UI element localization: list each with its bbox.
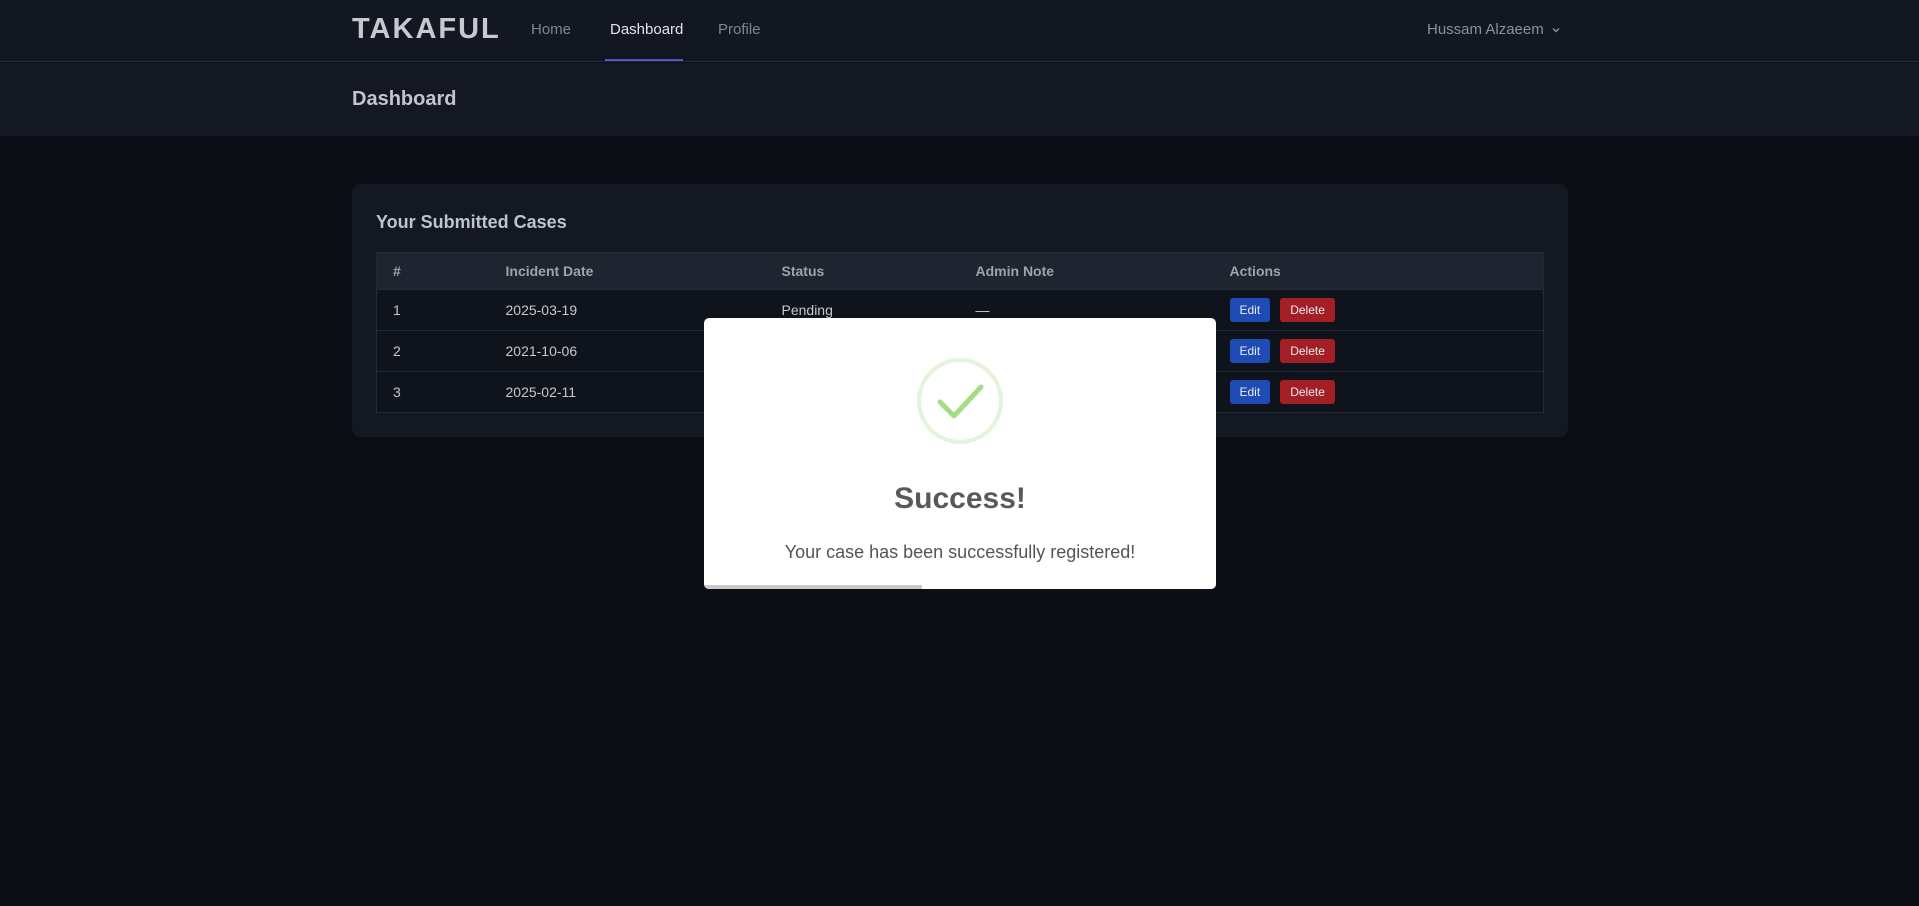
dialog-timer-progress-bar <box>704 585 922 589</box>
case-number: 3 <box>393 384 401 400</box>
nav-link-home[interactable]: Home <box>531 21 571 38</box>
success-dialog: Success! Your case has been successfully… <box>704 318 1216 589</box>
case-actions: Edit Delete <box>1214 290 1544 331</box>
column-header-incident-date: Incident Date <box>505 263 594 279</box>
nav-link-profile[interactable]: Profile <box>718 21 761 38</box>
user-menu-dropdown[interactable]: Hussam Alzaeem <box>1427 21 1562 38</box>
edit-case-button[interactable]: Edit <box>1229 339 1271 363</box>
check-circle-icon <box>917 358 1003 444</box>
page-header: Dashboard <box>0 63 1919 136</box>
nav-link-dashboard[interactable]: Dashboard <box>610 21 683 38</box>
column-header-admin-note: Admin Note <box>975 263 1055 279</box>
page-title: Dashboard <box>352 88 457 110</box>
dialog-title: Success! <box>894 482 1026 515</box>
edit-case-button[interactable]: Edit <box>1229 298 1271 322</box>
top-navbar: TAKAFUL Home Dashboard Profile Hussam Al… <box>0 0 1919 62</box>
active-nav-indicator <box>605 59 683 61</box>
edit-case-button[interactable]: Edit <box>1229 380 1271 404</box>
delete-case-button[interactable]: Delete <box>1280 339 1335 363</box>
table-header-row: # Incident Date Status Admin Note Action… <box>376 252 1544 290</box>
case-number: 1 <box>393 302 401 318</box>
delete-case-button[interactable]: Delete <box>1280 298 1335 322</box>
dialog-timer-track <box>704 585 1216 589</box>
case-actions: Edit Delete <box>1214 331 1544 372</box>
brand-logo[interactable]: TAKAFUL <box>352 13 501 46</box>
column-header-actions: Actions <box>1229 263 1281 279</box>
case-actions: Edit Delete <box>1214 372 1544 413</box>
user-name: Hussam Alzaeem <box>1427 21 1544 38</box>
chevron-down-icon <box>1552 27 1560 33</box>
column-header-status: Status <box>781 263 825 279</box>
case-number: 2 <box>393 343 401 359</box>
cases-card-title: Your Submitted Cases <box>376 212 567 232</box>
delete-case-button[interactable]: Delete <box>1280 380 1335 404</box>
dialog-message: Your case has been successfully register… <box>784 542 1136 562</box>
column-header-number: # <box>393 263 401 279</box>
